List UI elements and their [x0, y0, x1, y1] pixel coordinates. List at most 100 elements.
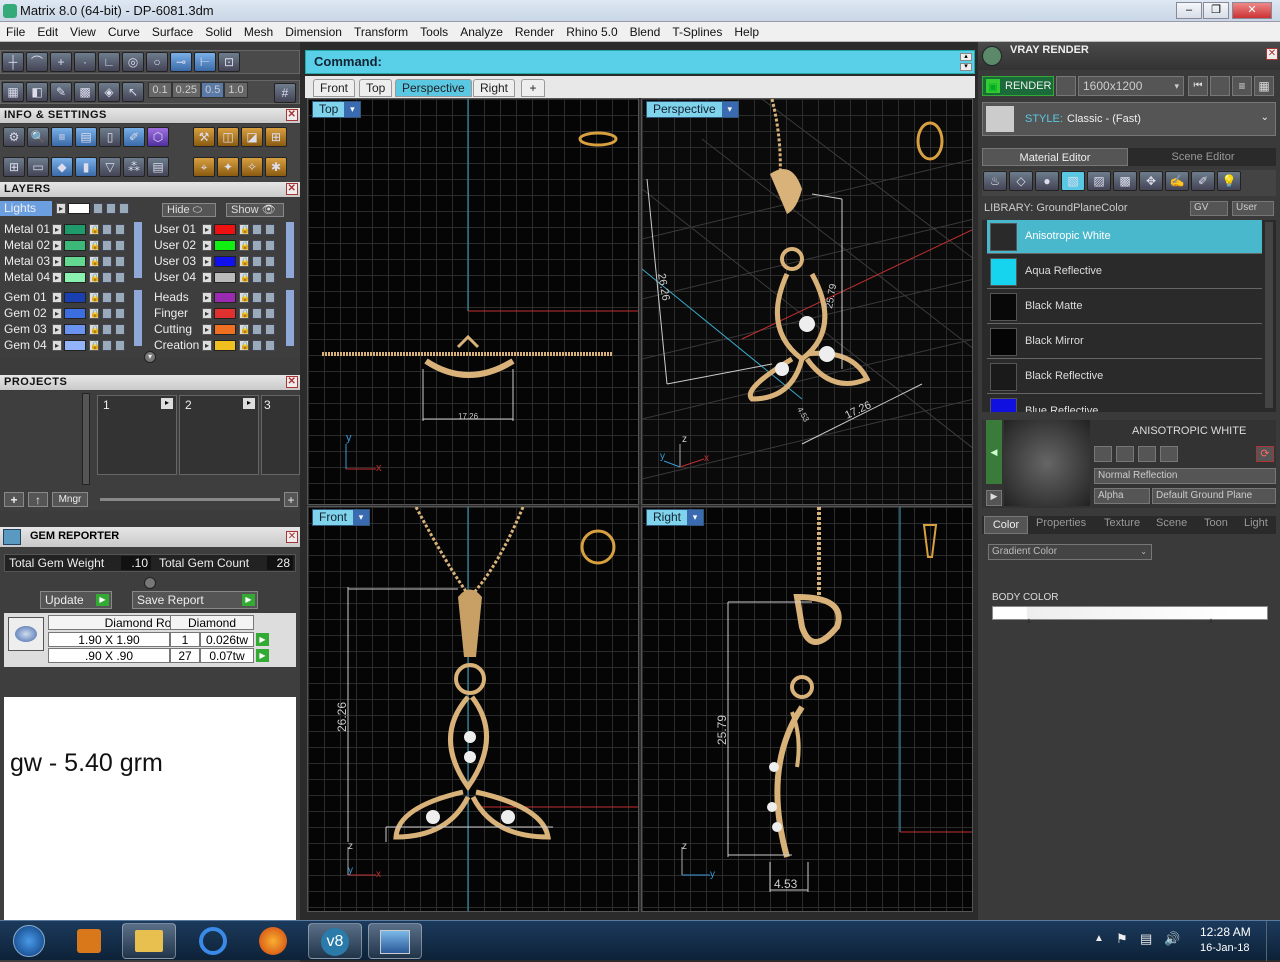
tray-expand-icon[interactable]: ▲ [1094, 933, 1104, 944]
scale-01[interactable]: 0.1 [148, 82, 172, 98]
layer-visible-icon[interactable] [252, 224, 262, 235]
layer-arrow-icon[interactable]: ▸ [202, 308, 212, 319]
tile-material-icon[interactable]: ✥ [1139, 171, 1163, 191]
show-desktop-button[interactable] [1266, 921, 1280, 961]
reflection-select[interactable]: Normal Reflection [1094, 468, 1276, 484]
menu-view[interactable]: View [64, 22, 102, 39]
layer-lock-icon[interactable]: 🔒 [89, 340, 100, 351]
bezel-icon[interactable]: ✧ [241, 157, 263, 177]
layer-color-swatch[interactable] [214, 324, 236, 335]
preview-lock-icon[interactable] [1094, 446, 1112, 462]
ground-plane-toggle[interactable]: Default Ground Plane [1152, 488, 1276, 504]
layer-visible-icon[interactable] [102, 256, 112, 267]
layer-row-right-1[interactable]: User 02 ▸ 🔒 [150, 238, 280, 253]
layer-row-right-5[interactable]: Finger ▸ 🔒 [150, 306, 280, 321]
project-slot-1[interactable]: 1 ▸ [97, 395, 177, 475]
gem-row-2-play-icon[interactable]: ▶ [256, 649, 269, 662]
preview-export-icon[interactable] [1138, 446, 1156, 462]
layer-select-icon[interactable] [115, 272, 125, 283]
menu-analyze[interactable]: Analyze [454, 22, 509, 39]
menu-solid[interactable]: Solid [199, 22, 238, 39]
viewport-top[interactable]: Top ▾ 17.26 y x [307, 98, 639, 505]
layer-select-icon[interactable] [115, 240, 125, 251]
gem-reporter-collapse-icon[interactable] [144, 577, 156, 589]
resolution-select[interactable]: 1600x1200 ▾ [1078, 76, 1184, 96]
viewports-icon[interactable]: ⊞ [3, 157, 25, 177]
layers-collapse-icon[interactable]: ▾ [144, 351, 156, 363]
layers-close-icon[interactable]: ✕ [286, 183, 298, 195]
layer-color-swatch[interactable] [214, 340, 236, 351]
gem-reporter-close-icon[interactable]: ✕ [286, 531, 298, 543]
layer-select-icon[interactable] [265, 308, 275, 319]
layer-arrow-icon[interactable]: ▸ [202, 256, 212, 267]
pen-icon[interactable]: ✎ [50, 82, 72, 102]
tab-perspective[interactable]: Perspective [395, 79, 472, 97]
layer-lock-icon[interactable]: 🔒 [239, 292, 250, 303]
list-icon[interactable]: ≡ [1232, 76, 1252, 96]
layer-select-icon[interactable] [115, 340, 125, 351]
scatter-icon[interactable]: ⁂ [123, 157, 145, 177]
layer-color-swatch[interactable] [214, 256, 236, 267]
menu-mesh[interactable]: Mesh [238, 22, 279, 39]
settings-gear-icon[interactable]: ⚙ [3, 127, 25, 147]
layer-lock-icon[interactable]: 🔒 [89, 256, 100, 267]
layer-visible-icon[interactable] [252, 340, 262, 351]
prong-icon[interactable]: ⌖ [193, 157, 215, 177]
network-icon[interactable]: ▤ [1140, 931, 1152, 947]
sphere-material-icon[interactable]: ● [1035, 171, 1059, 191]
layer-row-right-7[interactable]: Creation ▸ 🔒 [150, 338, 280, 353]
projects-close-icon[interactable]: ✕ [286, 376, 298, 388]
tab-right[interactable]: Right [473, 79, 516, 97]
lights-layer[interactable]: Lights [0, 201, 52, 216]
restore-button[interactable]: ❐ [1203, 2, 1229, 19]
layer-row-left-1[interactable]: Metal 02 ▸ 🔒 [0, 238, 130, 253]
material-item[interactable]: Black Reflective [987, 360, 1262, 394]
projects-slider[interactable] [100, 498, 280, 501]
layer-visible-icon[interactable] [252, 308, 262, 319]
scale-025[interactable]: 0.25 [171, 82, 202, 98]
layer-arrow-icon[interactable]: ▸ [202, 340, 212, 351]
layer-color-swatch[interactable] [64, 224, 86, 235]
pave-icon[interactable]: ✦ [217, 157, 239, 177]
diamond-material-icon[interactable]: ◇ [1009, 171, 1033, 191]
layer-arrow-icon[interactable]: ▸ [202, 240, 212, 251]
preview-save-icon[interactable] [1116, 446, 1134, 462]
cube-icon[interactable]: ⬡ [147, 127, 169, 147]
render-button[interactable]: ▣ RENDER [982, 76, 1054, 96]
preview-expand-icon[interactable]: ◀ [986, 420, 1002, 484]
layer-arrow-icon[interactable]: ▸ [202, 272, 212, 283]
layer-color-swatch[interactable] [214, 308, 236, 319]
add-project-icon[interactable]: + [4, 492, 24, 507]
layer-color-swatch[interactable] [64, 256, 86, 267]
project-2-arrow-icon[interactable]: ▸ [243, 398, 255, 409]
menu-tsplines[interactable]: T-Splines [666, 22, 728, 39]
start-orb-icon[interactable] [2, 923, 56, 959]
layer-arrow-icon[interactable]: ▸ [52, 224, 62, 235]
layer-visible-icon[interactable] [102, 308, 112, 319]
lights-arrow-icon[interactable]: ▸ [56, 203, 66, 214]
layers-icon[interactable]: ≡ [51, 127, 73, 147]
layer-visible-icon[interactable] [252, 324, 262, 335]
gv-button[interactable]: GV [1190, 201, 1228, 216]
ring-tool-icon[interactable]: ⚒ [193, 127, 215, 147]
volume-icon[interactable]: 🔊 [1164, 931, 1180, 947]
snap-center-icon[interactable]: ◎ [122, 52, 144, 72]
gem-icon[interactable]: ◆ [51, 157, 73, 177]
info-close-icon[interactable]: ✕ [286, 109, 298, 121]
gradient-select[interactable]: Gradient Color ⌄ [988, 544, 1152, 560]
firefox-icon[interactable] [246, 923, 300, 959]
layer-lock-icon[interactable]: 🔒 [239, 272, 250, 283]
minimize-button[interactable]: – [1176, 2, 1202, 19]
rewind-icon[interactable]: ⏮ [1188, 76, 1208, 96]
material-item[interactable]: Black Matte [987, 290, 1262, 324]
layer-row-right-4[interactable]: Heads ▸ 🔒 [150, 290, 280, 305]
layer-row-right-6[interactable]: Cutting ▸ 🔒 [150, 322, 280, 337]
layer-row-left-5[interactable]: Gem 02 ▸ 🔒 [0, 306, 130, 321]
projects-scrollbar[interactable] [82, 393, 90, 485]
prop-tab-texture[interactable]: Texture [1104, 517, 1140, 529]
layer-lock-icon[interactable]: 🔒 [239, 308, 250, 319]
layer-visible-icon[interactable] [102, 324, 112, 335]
snap-grid-icon[interactable]: ⊡ [218, 52, 240, 72]
lights-sel-icon[interactable] [119, 203, 129, 214]
layer-row-left-3[interactable]: Metal 04 ▸ 🔒 [0, 270, 130, 285]
